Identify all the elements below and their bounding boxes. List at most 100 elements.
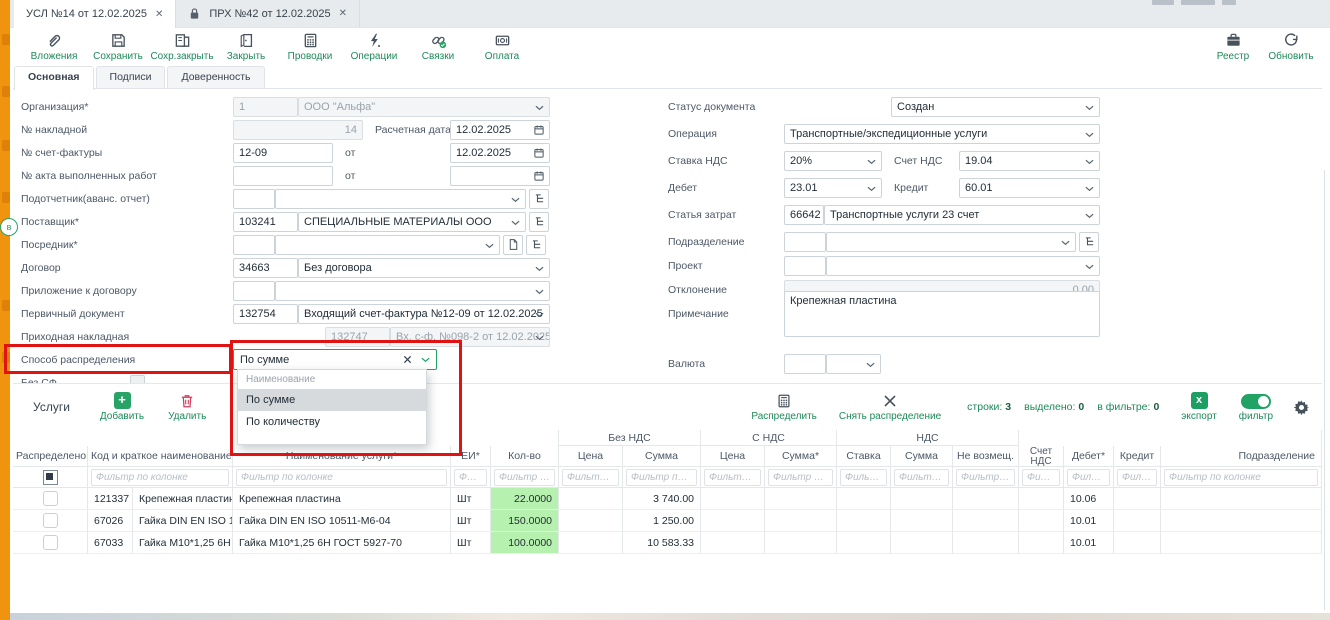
- close-tab-icon[interactable]: ✕: [339, 8, 347, 19]
- select-intermediary[interactable]: [275, 235, 500, 255]
- column-filter-input[interactable]: Фильтр по колонке: [768, 469, 833, 486]
- column-header[interactable]: ЕИ*: [451, 446, 491, 467]
- column-header[interactable]: Кредит: [1114, 446, 1161, 467]
- column-header[interactable]: Дебет*: [1064, 446, 1114, 467]
- scrollbar-track[interactable]: [1324, 170, 1325, 610]
- field-project[interactable]: [784, 256, 826, 276]
- column-header[interactable]: Подразделение: [1161, 446, 1322, 467]
- select-cost-item[interactable]: Транспортные услуги 23 счет: [824, 205, 1100, 225]
- row-checkbox[interactable]: [43, 535, 58, 550]
- date-field-act-no[interactable]: [450, 166, 550, 186]
- select-organization[interactable]: ООО "Альфа": [298, 97, 550, 117]
- calendar-icon[interactable]: [533, 170, 545, 182]
- column-filter-input[interactable]: Фильтр по колонке: [562, 469, 619, 486]
- combo-distribution-method[interactable]: По сумме: [233, 349, 437, 370]
- date-field-invoice-no[interactable]: 12.02.2025: [450, 143, 550, 163]
- column-header[interactable]: Цена: [701, 446, 765, 467]
- select-currency[interactable]: [826, 354, 881, 374]
- select-debit[interactable]: 60.01: [959, 178, 1100, 198]
- column-header[interactable]: Цена: [559, 446, 623, 467]
- column-header[interactable]: Кол-во: [491, 446, 559, 467]
- row-checkbox[interactable]: [43, 491, 58, 506]
- distribute-button[interactable]: Распределить: [751, 392, 817, 422]
- toolbar-links-button[interactable]: Связки: [406, 32, 470, 62]
- select-operation[interactable]: Транспортные/экспедиционные услуги: [784, 124, 1100, 144]
- document-select-button[interactable]: [503, 235, 523, 255]
- toolbar-close-button[interactable]: Закрыть: [214, 32, 278, 62]
- field-cost-item[interactable]: 66642: [784, 205, 824, 225]
- row-checkbox[interactable]: [43, 513, 58, 528]
- column-filter-input[interactable]: Фильтр по колонке: [704, 469, 761, 486]
- table-row[interactable]: 121337Крепежная пластинаКрепежная пласти…: [13, 488, 1322, 510]
- column-header[interactable]: Не возмещ.: [953, 446, 1019, 467]
- field-act-no[interactable]: [233, 166, 333, 186]
- textarea-note[interactable]: Крепежная пластина: [784, 291, 1100, 337]
- column-header[interactable]: Сумма*: [765, 446, 837, 467]
- select-vat-rate[interactable]: 20%: [784, 151, 882, 171]
- tree-select-button[interactable]: [526, 235, 546, 255]
- select-doc-status[interactable]: Создан: [891, 97, 1100, 117]
- tree-select-button[interactable]: [529, 189, 549, 209]
- delete-row-button[interactable]: Удалить: [168, 392, 206, 422]
- column-header[interactable]: Сумма: [891, 446, 953, 467]
- remove-distribution-button[interactable]: Снять распределение: [839, 392, 941, 422]
- window-tab-usl[interactable]: УСЛ №14 от 12.02.2025✕: [14, 0, 176, 28]
- table-row[interactable]: 67033Гайка М10*1,25 6Н Г...Гайка М10*1,2…: [13, 532, 1322, 554]
- field-primary-document[interactable]: 132754: [233, 304, 298, 324]
- table-row[interactable]: 67026Гайка DIN EN ISO 10...Гайка DIN EN …: [13, 510, 1322, 532]
- select-all-checkbox[interactable]: [43, 470, 58, 485]
- select-receipt-note[interactable]: Вх. с-ф. №098-2 от 12.02.2025: [390, 327, 550, 347]
- toolbar-save-button[interactable]: Сохранить: [86, 32, 150, 62]
- field-receipt-note[interactable]: 132747: [325, 327, 390, 347]
- toolbar-payment-button[interactable]: Оплата: [470, 32, 534, 62]
- field-supplier[interactable]: 103241: [233, 212, 298, 232]
- column-filter-input[interactable]: Фильтр по колонке: [1117, 469, 1157, 486]
- select-debit[interactable]: 23.01: [784, 178, 882, 198]
- field-waybill-no[interactable]: 14: [233, 120, 363, 140]
- add-row-button[interactable]: + Добавить: [100, 392, 144, 422]
- select-vat-rate[interactable]: 19.04: [959, 151, 1100, 171]
- field-currency[interactable]: [784, 354, 826, 374]
- dropdown-option[interactable]: По сумме: [238, 389, 426, 411]
- field-contract[interactable]: 34663: [233, 258, 298, 278]
- column-filter-input[interactable]: Фильтр по колонке: [1164, 469, 1318, 486]
- close-tab-icon[interactable]: ✕: [155, 9, 163, 20]
- dropdown-option[interactable]: По количеству: [238, 411, 426, 433]
- select-contract-annex[interactable]: [275, 281, 550, 301]
- column-filter-input[interactable]: Фильтр по колонке: [626, 469, 697, 486]
- form-tab-2[interactable]: Доверенность: [167, 66, 264, 88]
- select-subdivision[interactable]: [826, 232, 1076, 252]
- column-header[interactable]: Код и краткое наименование: [88, 446, 233, 467]
- field-invoice-no[interactable]: 12-09: [233, 143, 333, 163]
- form-tab-0[interactable]: Основная: [14, 66, 94, 90]
- toolbar-attachments-button[interactable]: Вложения: [22, 32, 86, 62]
- window-tab-prh[interactable]: ПРХ №42 от 12.02.2025✕: [176, 0, 360, 27]
- column-header[interactable]: Ставка: [837, 446, 891, 467]
- select-primary-document[interactable]: Входящий счет-фактура №12-09 от 12.02.20…: [298, 304, 550, 324]
- field-subdivision[interactable]: [784, 232, 826, 252]
- export-excel-button[interactable]: x экспорт: [1181, 392, 1217, 422]
- sidebar-badge[interactable]: в: [0, 218, 18, 236]
- field-contract-annex[interactable]: [233, 281, 275, 301]
- column-header[interactable]: Счет НДС: [1019, 446, 1064, 467]
- select-supplier[interactable]: СПЕЦИАЛЬНЫЕ МАТЕРИАЛЫ ООО: [298, 212, 526, 232]
- column-header[interactable]: Распределено: [13, 446, 88, 467]
- toolbar-postings-button[interactable]: Проводки: [278, 32, 342, 62]
- column-header[interactable]: Сумма: [623, 446, 701, 467]
- column-filter-input[interactable]: Фильтр по колонке: [894, 469, 949, 486]
- column-filter-input[interactable]: Фильтр по колонке: [1067, 469, 1110, 486]
- select-contract[interactable]: Без договора: [298, 258, 550, 278]
- field-intermediary[interactable]: [233, 235, 275, 255]
- column-filter-input[interactable]: Фильтр по колонке: [840, 469, 887, 486]
- select-accountable[interactable]: [275, 189, 526, 209]
- column-filter-input[interactable]: Фильтр по колонке: [1022, 469, 1060, 486]
- calendar-icon[interactable]: [533, 124, 545, 136]
- tree-select-button[interactable]: [529, 212, 549, 232]
- tree-select-button[interactable]: [1079, 232, 1099, 252]
- form-tab-1[interactable]: Подписи: [96, 66, 166, 88]
- clear-icon[interactable]: [403, 355, 412, 364]
- toolbar-refresh-button[interactable]: Обновить: [1262, 32, 1320, 62]
- field-accountable[interactable]: [233, 189, 275, 209]
- select-project[interactable]: [826, 256, 1100, 276]
- column-filter-input[interactable]: Фильтр по колонке: [494, 469, 555, 486]
